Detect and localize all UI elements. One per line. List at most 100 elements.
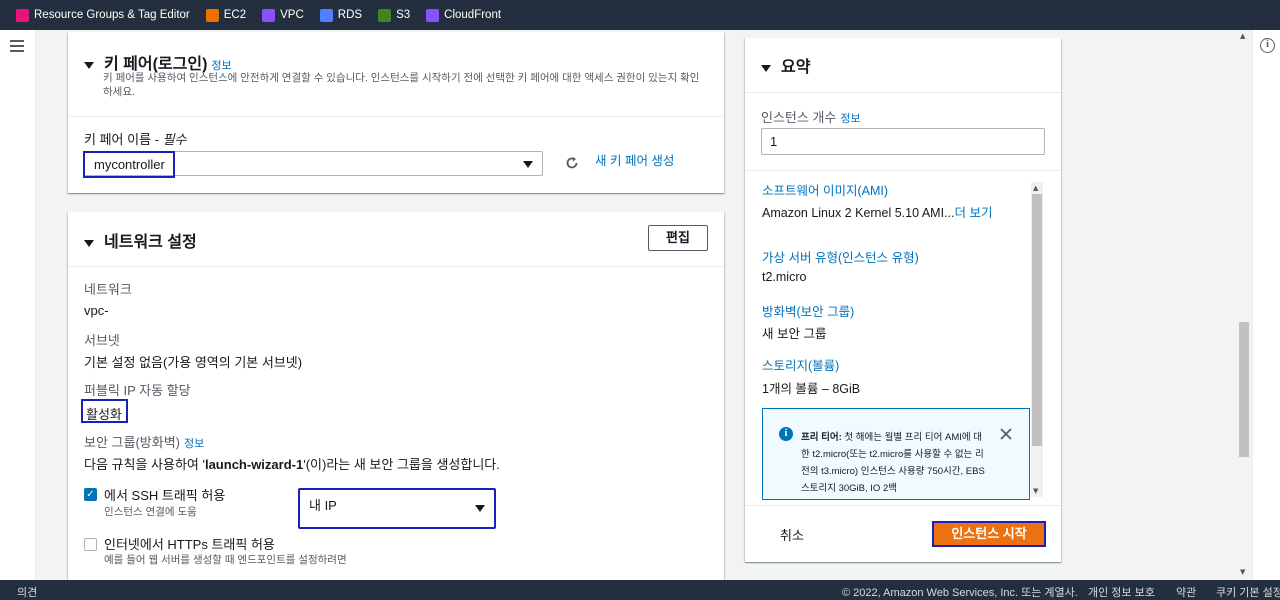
ami-value-row: Amazon Linux 2 Kernel 5.10 AMI...더 보기 — [762, 202, 992, 221]
security-group-label-row: 보안 그룹(방화벽) 정보 — [84, 432, 204, 451]
right-tools-rail: i — [1252, 30, 1280, 580]
key-pair-field-label: 키 페어 이름 - 필수 — [84, 129, 187, 148]
summary-scrollbar[interactable]: ▲ ▼ — [1031, 182, 1043, 497]
instance-type-label[interactable]: 가상 서버 유형(인스턴스 유형) — [762, 247, 919, 266]
cloudfront-icon — [426, 8, 440, 22]
security-group-description: 다음 규칙을 사용하여 'launch-wizard-1'(이)라는 새 보안 … — [84, 454, 500, 473]
ssh-sublabel: 인스턴스 연결에 도움 — [104, 506, 197, 518]
firewall-value: 새 보안 그룹 — [762, 327, 827, 341]
scroll-thumb[interactable] — [1032, 194, 1042, 446]
favorite-label: Resource Groups & Tag Editor — [34, 9, 190, 21]
info-link[interactable]: 정보 — [184, 438, 204, 450]
instance-count-label-row: 인스턴스 개수 정보 — [761, 107, 861, 126]
ami-label[interactable]: 소프트웨어 이미지(AMI) — [762, 180, 888, 199]
key-pair-panel: 키 페어(로그인) 정보 키 페어를 사용하여 인스턴스에 안전하게 연결할 수 … — [68, 32, 724, 193]
ssh-source-select[interactable]: 내 IP — [298, 488, 496, 529]
firewall-label[interactable]: 방화벽(보안 그룹) — [762, 301, 854, 320]
favorite-vpc[interactable]: VPC — [262, 8, 304, 22]
favorite-label: CloudFront — [444, 9, 502, 21]
divider — [745, 92, 1061, 93]
resource-groups-icon — [16, 8, 29, 22]
terms-link[interactable]: 약관 — [1176, 584, 1196, 600]
https-label: 인터넷에서 HTTPs 트래픽 허용 — [104, 537, 275, 552]
public-ip-value-highlight: 활성화 — [81, 399, 128, 423]
chevron-down-icon — [475, 505, 485, 512]
scroll-down-icon[interactable]: ▼ — [1240, 568, 1245, 576]
subnet-label: 서브넷 — [84, 333, 120, 348]
scroll-up-icon[interactable]: ▲ — [1033, 184, 1038, 192]
cookie-preferences-link[interactable]: 쿠키 기본 설정 — [1216, 584, 1280, 600]
network-label: 네트워크 — [84, 282, 132, 297]
more-link[interactable]: 더 보기 — [954, 206, 992, 220]
sg-desc-prefix: 다음 규칙을 사용하여 ' — [84, 457, 205, 472]
required-marker: 필수 — [162, 132, 187, 147]
vpc-icon — [262, 8, 276, 22]
subnet-value: 기본 설정 없음(가용 영역의 기본 서브넷) — [84, 355, 303, 370]
ssh-checkbox[interactable]: ✓ — [84, 488, 97, 501]
instance-type-value: t2.micro — [762, 270, 807, 284]
feedback-link[interactable]: 의견 — [17, 584, 37, 600]
divider — [745, 170, 1061, 171]
info-link[interactable]: 정보 — [840, 113, 860, 125]
favorite-s3[interactable]: S3 — [378, 8, 411, 22]
favorite-cloudfront[interactable]: CloudFront — [426, 8, 502, 22]
field-label: 키 페어 이름 - — [84, 132, 163, 147]
divider — [68, 116, 724, 117]
create-key-pair-link[interactable]: 새 키 페어 생성 — [595, 150, 674, 169]
cancel-button[interactable]: 취소 — [780, 525, 804, 544]
favorite-ec2[interactable]: EC2 — [205, 8, 246, 22]
free-tier-text: 프리 티어: 첫 해에는 월별 프리 티어 AMI에 대한 t2.micro(또… — [801, 429, 987, 497]
favorites-bar: Resource Groups & Tag Editor EC2 VPC RDS… — [0, 0, 1280, 30]
divider — [68, 266, 724, 267]
collapse-caret-icon — [84, 240, 94, 247]
security-group-label: 보안 그룹(방화벽) — [84, 435, 180, 450]
summary-footer-divider — [745, 505, 1061, 506]
network-value: vpc- — [84, 303, 109, 318]
https-sublabel: 예를 들어 웹 서버를 생성할 때 엔드포인트를 설정하려면 — [104, 554, 347, 566]
copyright: © 2022, Amazon Web Services, Inc. 또는 계열사… — [842, 587, 1078, 599]
scroll-up-icon[interactable]: ▲ — [1240, 32, 1245, 40]
instance-count-value: 1 — [770, 134, 778, 149]
favorite-label: S3 — [396, 9, 411, 21]
public-ip-label: 퍼블릭 IP 자동 할당 — [84, 383, 191, 398]
summary-header[interactable]: 요약 — [761, 53, 810, 77]
chevron-down-icon — [523, 161, 533, 168]
scroll-down-icon[interactable]: ▼ — [1033, 487, 1038, 495]
privacy-link[interactable]: 개인 정보 보호 — [1088, 584, 1155, 600]
section-title: 네트워크 설정 — [104, 234, 197, 251]
key-pair-description: 키 페어를 사용하여 인스턴스에 안전하게 연결할 수 있습니다. 인스턴스를 … — [103, 72, 700, 98]
console-footer: 의견 © 2022, Amazon Web Services, Inc. 또는 … — [0, 580, 1280, 600]
favorite-rds[interactable]: RDS — [319, 8, 363, 22]
section-title: 요약 — [781, 59, 811, 76]
info-panel-icon[interactable]: i — [1260, 38, 1275, 53]
favorite-label: RDS — [337, 9, 363, 21]
s3-icon — [378, 8, 392, 22]
ec2-icon — [205, 8, 219, 22]
refresh-icon[interactable] — [565, 156, 579, 170]
https-checkbox[interactable] — [84, 538, 97, 551]
close-icon[interactable] — [999, 427, 1013, 441]
network-header[interactable]: 네트워크 설정 — [84, 228, 197, 252]
storage-value: 1개의 볼륨 – 8GiB — [762, 382, 861, 396]
edit-button[interactable]: 편집 — [648, 225, 708, 251]
launch-instance-button[interactable]: 인스턴스 시작 — [932, 521, 1046, 547]
public-ip-value: 활성화 — [86, 407, 122, 422]
key-pair-selected-value[interactable]: mycontroller — [83, 151, 175, 178]
ssh-source-value: 내 IP — [309, 498, 337, 513]
menu-icon[interactable] — [10, 40, 24, 52]
collapse-caret-icon — [761, 65, 771, 72]
collapse-caret-icon — [84, 62, 94, 69]
page-scrollbar[interactable]: ▲ ▼ — [1238, 30, 1250, 580]
selected-key-pair: mycontroller — [94, 157, 165, 172]
favorite-resource-groups[interactable]: Resource Groups & Tag Editor — [16, 8, 190, 22]
instance-count-input[interactable]: 1 — [761, 128, 1045, 155]
scroll-thumb[interactable] — [1239, 322, 1249, 457]
info-icon: i — [779, 427, 793, 441]
ami-value: Amazon Linux 2 Kernel 5.10 AMI... — [762, 206, 955, 220]
storage-label[interactable]: 스토리지(볼륨) — [762, 355, 839, 374]
ssh-label: 에서 SSH 트래픽 허용 — [104, 488, 226, 503]
network-settings-panel: 네트워크 설정 편집 네트워크 vpc- 서브넷 기본 설정 없음(가용 영역의… — [68, 212, 724, 582]
sg-name: launch-wizard-1 — [204, 457, 304, 472]
left-navigation-rail — [0, 30, 36, 580]
instance-count-label: 인스턴스 개수 — [761, 110, 837, 125]
